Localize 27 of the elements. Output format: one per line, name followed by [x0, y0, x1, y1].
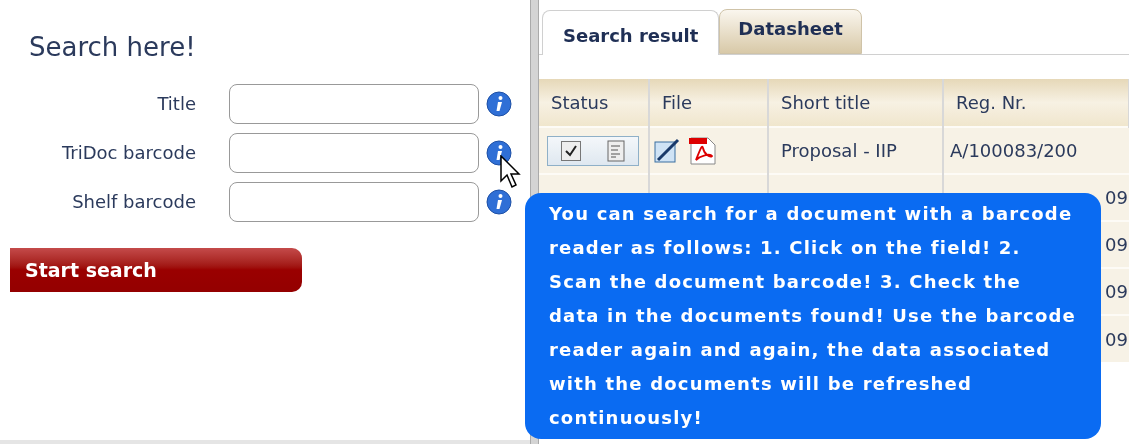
column-header: Short title — [768, 79, 943, 127]
table-cell: A/100083/200 — [943, 127, 1129, 174]
pdf-icon[interactable] — [688, 135, 718, 166]
column-header: File — [649, 79, 768, 127]
field-label: TriDoc barcode — [60, 141, 196, 165]
table-cell: 09 — [1105, 187, 1128, 208]
search-heading: Search here! — [29, 31, 196, 64]
tab[interactable]: Datasheet — [719, 9, 862, 54]
field-label: Title — [156, 92, 196, 116]
field-label: Shelf barcode — [71, 190, 196, 214]
table-cell: 09 — [1105, 281, 1128, 302]
column-header: Reg. Nr. — [943, 79, 1129, 127]
tab[interactable]: Search result — [542, 10, 720, 55]
input-field[interactable] — [229, 83, 479, 124]
input-field[interactable] — [229, 132, 479, 173]
help-tooltip: You can search for a document with a barcode reader as follows: 1. Click on the field! 2. Scan the document barcode! 3. Check the data in the documents found! Use the barcode reader again and again, the data associated with the documents will be refreshed continuously! — [525, 193, 1101, 439]
cursor-icon — [500, 155, 522, 189]
table-cell: 09 — [1105, 328, 1128, 350]
column-header: Status — [539, 79, 649, 127]
info-icon[interactable] — [486, 188, 512, 215]
info-icon[interactable] — [486, 90, 512, 117]
start-search-button[interactable]: Start search — [10, 248, 302, 292]
edit-icon[interactable] — [654, 137, 682, 164]
status-widget[interactable] — [547, 135, 639, 166]
checkbox[interactable] — [561, 140, 581, 161]
table-cell: 09 — [1105, 234, 1128, 255]
input-field[interactable] — [229, 181, 479, 222]
